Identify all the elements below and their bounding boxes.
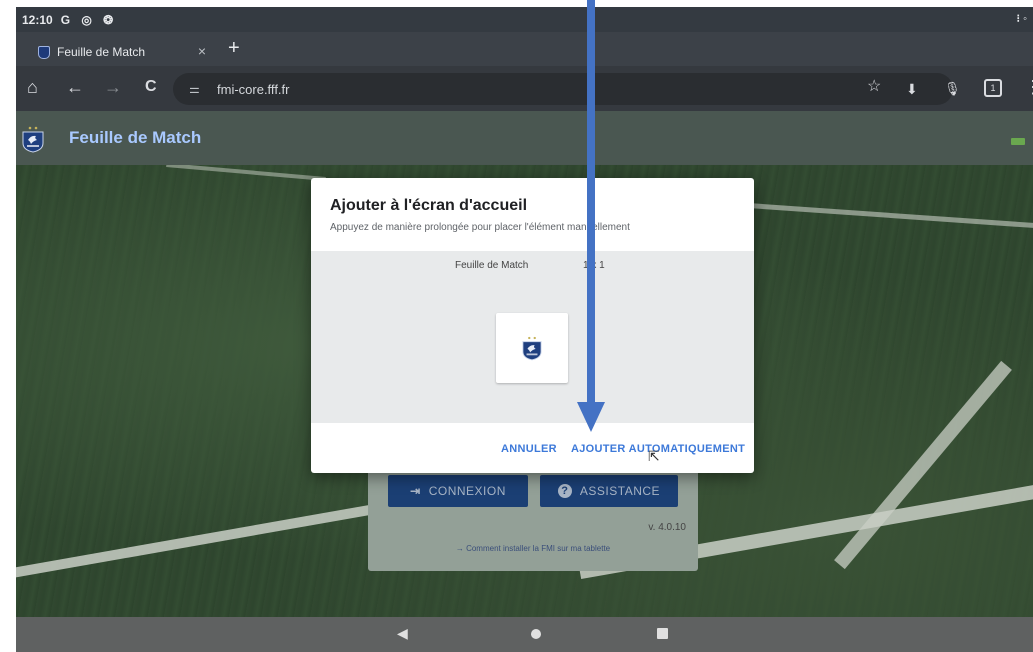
new-tab-button[interactable]: + bbox=[228, 37, 240, 59]
version-label: v. 4.0.10 bbox=[648, 522, 686, 533]
close-tab-icon[interactable]: × bbox=[198, 43, 206, 59]
fff-logo-icon bbox=[22, 126, 44, 153]
nav-home-icon[interactable] bbox=[531, 629, 541, 639]
reload-icon[interactable]: C bbox=[145, 76, 157, 98]
address-bar[interactable]: ⚌ fmi-core.fff.fr bbox=[173, 73, 953, 105]
widget-name: Feuille de Match bbox=[455, 260, 529, 271]
back-arrow-icon[interactable]: ← bbox=[66, 76, 84, 98]
status-time: 12:10 bbox=[22, 12, 53, 27]
install-help-link[interactable]: → Comment installer la FMI sur ma tablet… bbox=[368, 544, 698, 553]
annotation-arrow-shaft bbox=[587, 0, 595, 408]
assistance-label: ASSISTANCE bbox=[579, 484, 661, 498]
download-icon[interactable]: ⬇ bbox=[906, 78, 918, 100]
tab-title: Feuille de Match bbox=[57, 45, 146, 59]
dialog-actions: ANNULER AJOUTER AUTOMATIQUEMENT bbox=[311, 423, 754, 473]
annotation-arrow-head-icon bbox=[577, 402, 605, 432]
bookmark-star-icon[interactable]: ☆ bbox=[867, 76, 881, 98]
field-line bbox=[834, 360, 1012, 570]
microphone-icon[interactable]: 🎙 bbox=[944, 78, 961, 100]
app-header: Feuille de Match bbox=[16, 111, 1033, 165]
status-signal-icons: ⁝ ◦ bbox=[1016, 13, 1027, 25]
status-notification-icons: G ◎ ❂ bbox=[60, 12, 118, 27]
assistance-button[interactable]: ? ASSISTANCE bbox=[540, 475, 678, 507]
site-settings-icon[interactable]: ⚌ bbox=[189, 82, 207, 96]
app-title: Feuille de Match bbox=[69, 128, 202, 147]
widget-tile[interactable] bbox=[496, 313, 568, 383]
status-bar: 12:10 G ◎ ❂ ⁝ ◦ bbox=[16, 7, 1033, 32]
browser-toolbar: ⌂ ← → C ⚌ fmi-core.fff.fr ☆ ⬇ 🎙 1 ⋮ bbox=[16, 66, 1033, 111]
browser-menu-icon[interactable]: ⋮ bbox=[1024, 76, 1033, 98]
nav-back-icon[interactable]: ◀ bbox=[397, 625, 408, 642]
field-line bbox=[166, 165, 326, 181]
tab-strip: Feuille de Match × + bbox=[16, 32, 1033, 66]
add-to-home-dialog: Ajouter à l'écran d'accueil Appuyez de m… bbox=[311, 178, 754, 473]
home-icon[interactable]: ⌂ bbox=[27, 76, 38, 98]
tab-switcher-button[interactable]: 1 bbox=[984, 79, 1002, 97]
mouse-cursor-icon: ⇱ bbox=[648, 448, 660, 464]
url-text[interactable]: fmi-core.fff.fr bbox=[217, 82, 289, 97]
connexion-label: CONNEXION bbox=[428, 484, 506, 498]
fff-favicon-icon bbox=[38, 45, 50, 59]
connexion-button[interactable]: ⇥ CONNEXION bbox=[388, 475, 528, 507]
battery-icon bbox=[1011, 138, 1025, 145]
cancel-button[interactable]: ANNULER bbox=[501, 443, 557, 455]
widget-preview: Feuille de Match 1 x 1 bbox=[311, 251, 754, 423]
login-card: ⇥ CONNEXION ? ASSISTANCE v. 4.0.10 → Com… bbox=[368, 465, 698, 571]
field-line bbox=[741, 202, 1033, 229]
android-nav-bar: ◀ bbox=[16, 617, 1033, 652]
fff-logo-icon bbox=[522, 336, 542, 361]
login-icon: ⇥ bbox=[410, 484, 421, 498]
tablet-screen: 12:10 G ◎ ❂ ⁝ ◦ Feuille de Match × + ⌂ ←… bbox=[16, 7, 1033, 652]
help-icon: ? bbox=[557, 484, 572, 498]
dialog-title: Ajouter à l'écran d'accueil bbox=[330, 197, 528, 214]
dialog-subtitle: Appuyez de manière prolongée pour placer… bbox=[330, 222, 630, 233]
browser-tab[interactable]: Feuille de Match × bbox=[26, 38, 212, 66]
nav-recents-icon[interactable] bbox=[657, 628, 668, 639]
forward-arrow-icon[interactable]: → bbox=[104, 76, 122, 98]
